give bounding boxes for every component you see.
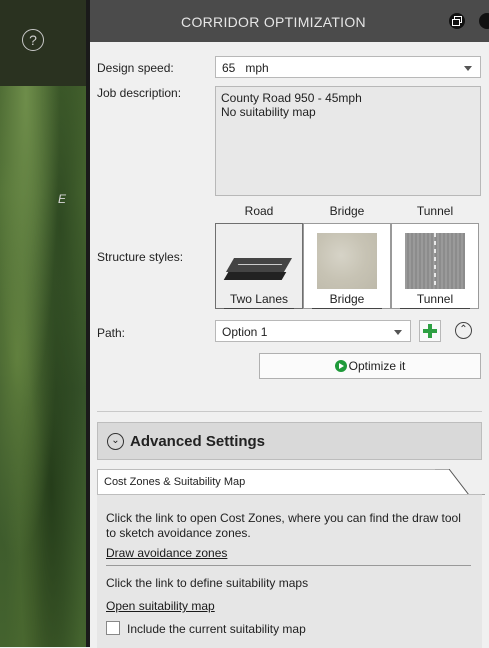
settings-tabstrip: Cost Zones & Suitability Map [97,467,485,495]
job-description-field[interactable]: County Road 950 - 45mph No suitability m… [215,86,481,196]
road-thumbnail-line [237,264,283,265]
structure-styles-label: Structure styles: [97,250,184,264]
tab-edge [435,469,485,495]
draw-avoidance-zones-link[interactable]: Draw avoidance zones [106,546,227,560]
structure-tile-label: Tunnel [392,292,478,309]
path-select[interactable]: Option 1 [215,320,411,342]
cost-zones-panel: Click the link to open Cost Zones, where… [97,494,482,648]
structure-tile-two-lanes[interactable]: Two Lanes [215,223,303,309]
close-icon[interactable] [479,13,489,29]
design-speed-label: Design speed: [97,61,174,75]
add-path-button[interactable] [419,320,441,342]
optimize-icon [334,359,347,372]
road-thumbnail-side [223,272,287,280]
chevron-down-icon [394,330,402,335]
advanced-settings-header[interactable]: ⌄ Advanced Settings [97,422,482,460]
job-description-line: County Road 950 - 45mph [221,91,362,105]
path-label: Path: [97,326,126,340]
column-header-bridge: Bridge [329,204,365,218]
panel-title: CORRIDOR OPTIMIZATION [181,14,366,30]
include-suitability-label[interactable]: Include the current suitability map [127,622,306,636]
bridge-thumbnail [317,233,377,289]
design-speed-select[interactable]: 65 mph [215,56,481,78]
include-suitability-checkbox[interactable] [106,621,120,635]
structure-tile-bridge[interactable]: Bridge [303,223,391,309]
column-header-tunnel: Tunnel [416,204,454,218]
job-description-line: No suitability map [221,105,316,119]
help-icon[interactable]: ? [22,29,44,51]
optimize-label: Optimize it [348,359,406,373]
structure-tile-tunnel[interactable]: Tunnel [391,223,479,309]
chevron-up-double-icon[interactable]: ⌃ [455,322,472,339]
panel-titlebar: CORRIDOR OPTIMIZATION [90,0,489,42]
advanced-settings-label: Advanced Settings [130,433,266,450]
restore-icon[interactable] [449,13,465,29]
tab-divider [106,565,471,566]
suitability-description: Click the link to define suitability map… [106,576,309,590]
structure-tile-label: Two Lanes [216,292,302,309]
chevron-down-double-icon: ⌄ [107,433,124,450]
job-description-label: Job description: [97,86,182,100]
tunnel-thumbnail [405,233,465,289]
tab-cost-zones[interactable]: Cost Zones & Suitability Map [97,469,437,495]
column-header-road: Road [244,204,274,218]
path-value: Option 1 [222,325,268,339]
optimize-button[interactable]: Optimize it [259,353,481,379]
open-suitability-map-link[interactable]: Open suitability map [106,599,215,613]
structure-tile-label: Bridge [304,292,390,309]
map-view[interactable]: ? E [0,0,86,647]
chevron-down-icon [464,66,472,71]
cost-zones-description: Click the link to open Cost Zones, where… [106,511,461,540]
corridor-optimization-panel: CORRIDOR OPTIMIZATION Design speed: 65 m… [90,0,489,648]
design-speed-value: 65 mph [222,61,269,75]
road-thumbnail [225,258,293,272]
section-divider [97,411,482,412]
map-compass-letter: E [58,192,67,206]
